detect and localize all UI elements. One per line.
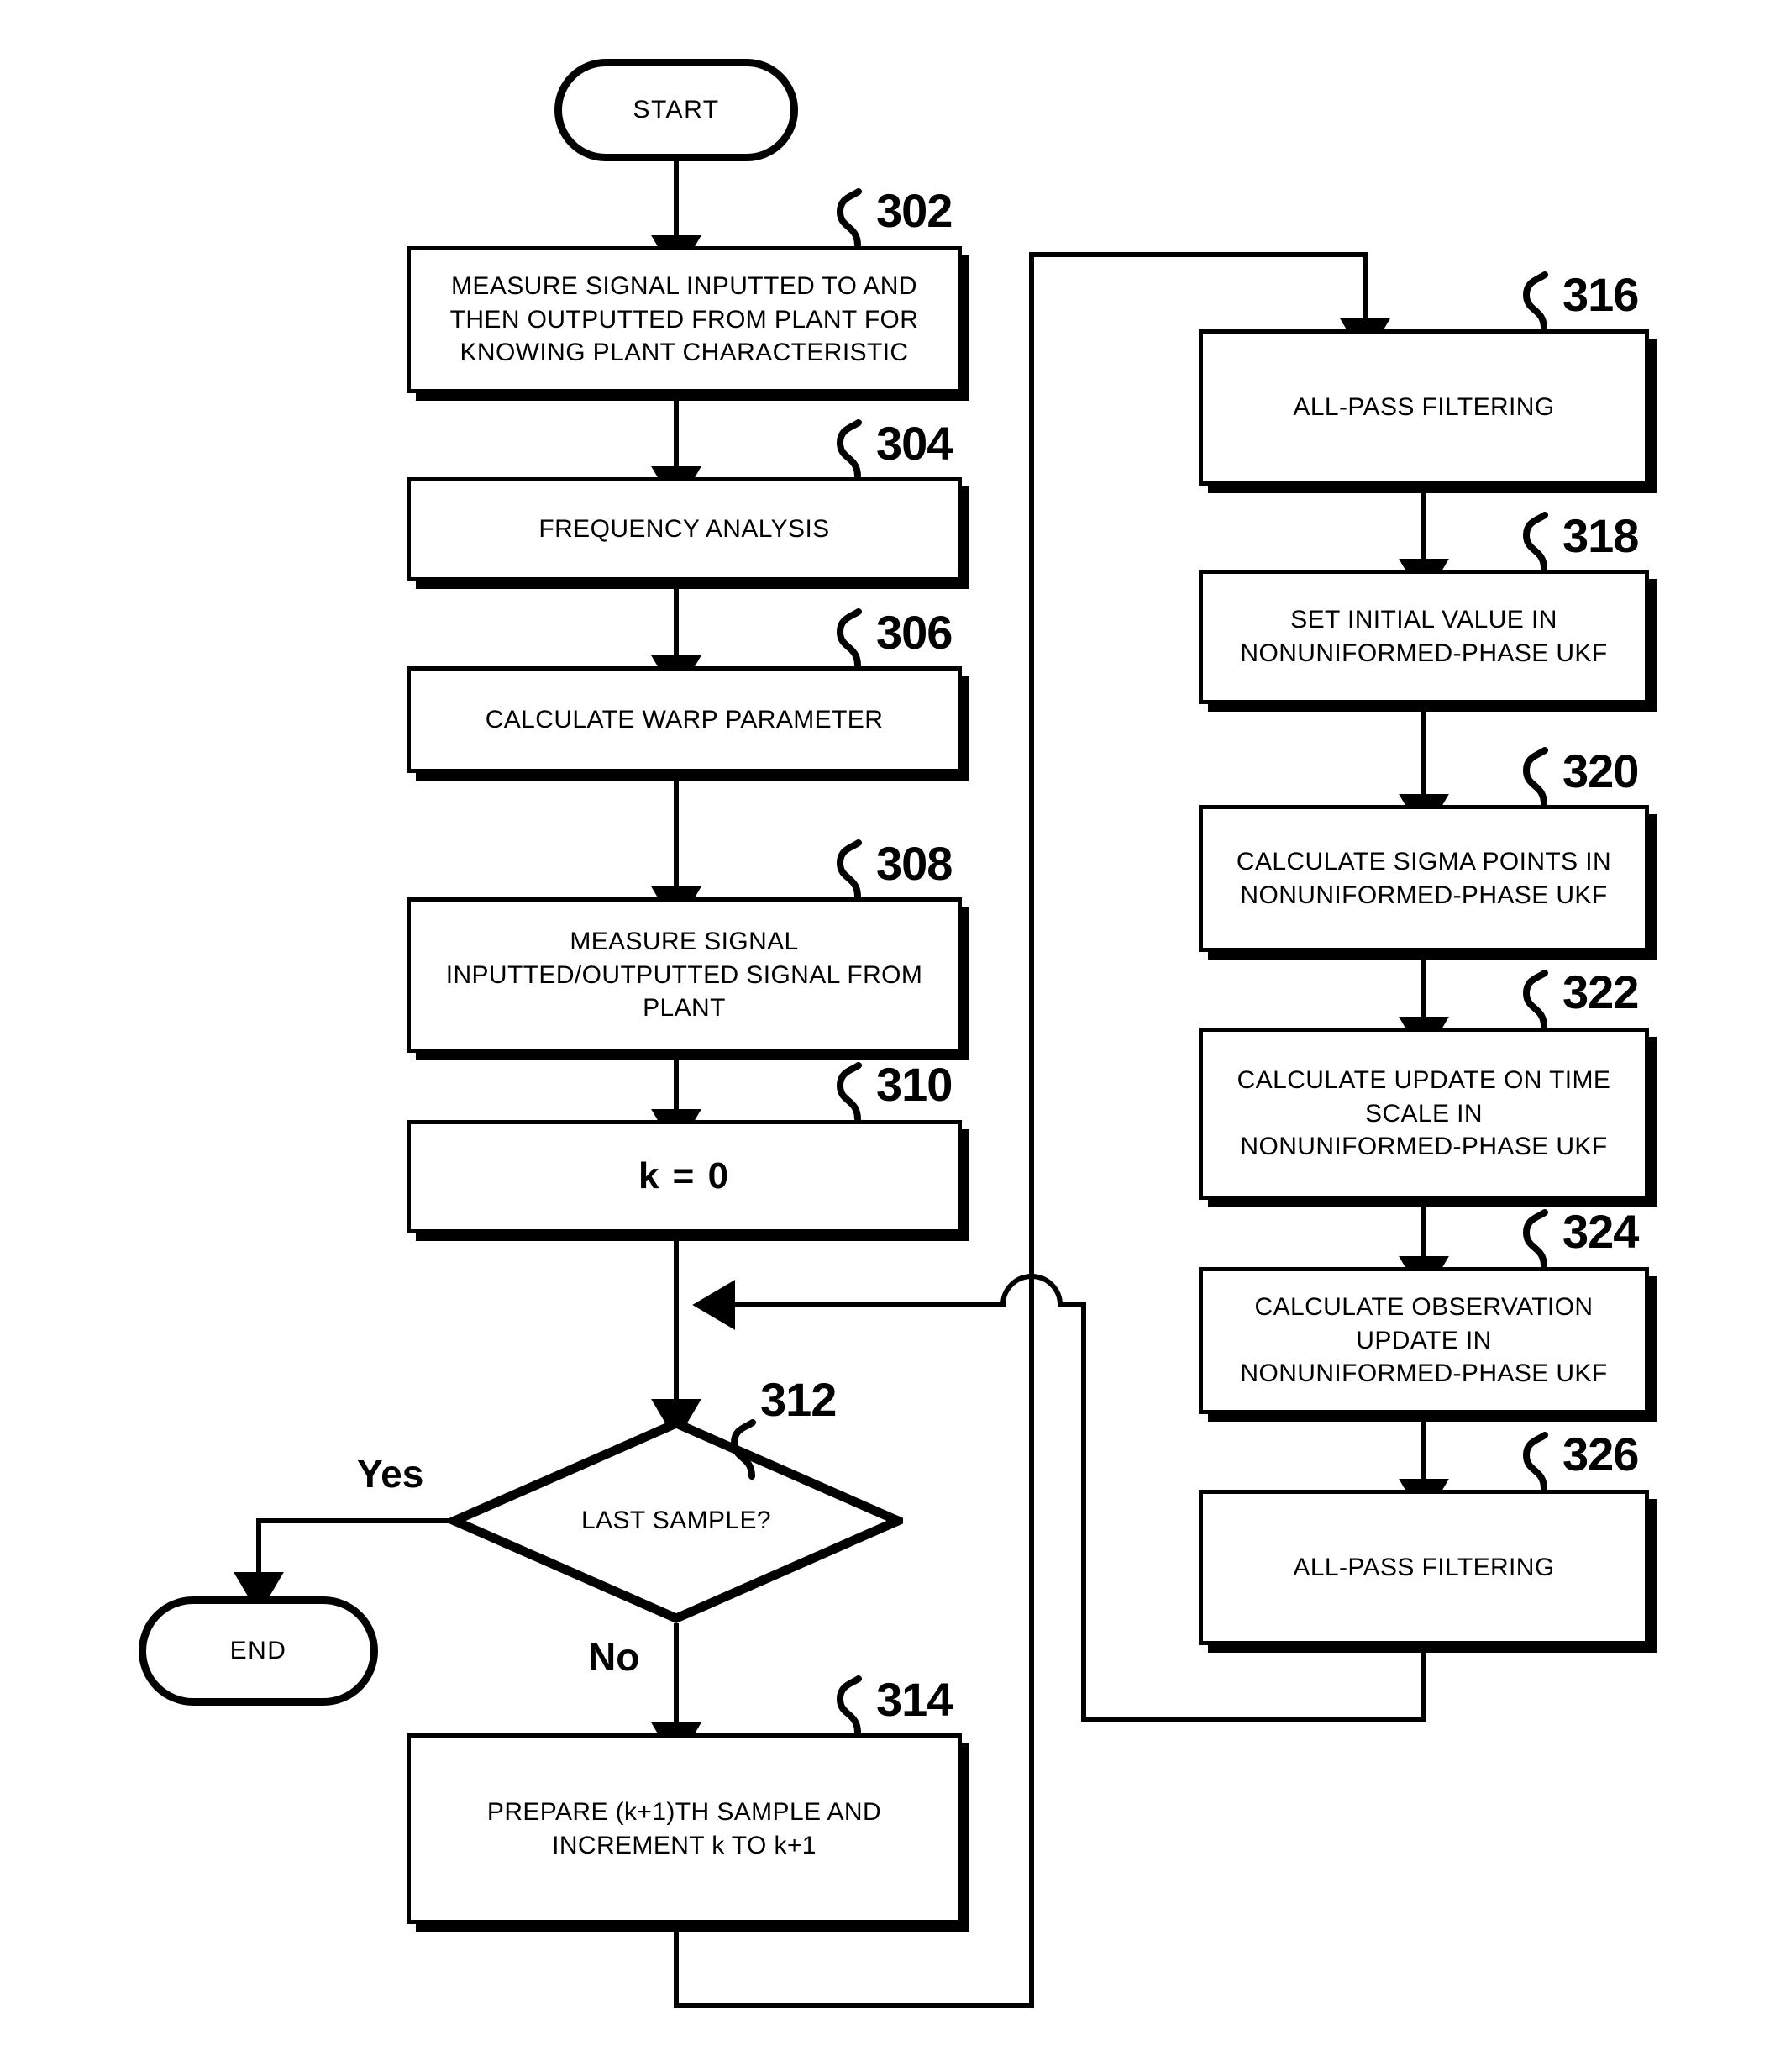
reference-number-318: 318 — [1562, 509, 1639, 562]
reference-number-306: 306 — [876, 606, 953, 659]
process-314-label: PREPARE (k+1)TH SAMPLE AND INCREMENT k T… — [486, 1797, 882, 1859]
reference-number-312: 312 — [760, 1373, 837, 1426]
process-310: k = 0 — [407, 1120, 962, 1233]
branch-label-no: No — [588, 1635, 640, 1679]
terminal-end-label: END — [229, 1637, 287, 1664]
process-314: PREPARE (k+1)TH SAMPLE AND INCREMENT k T… — [407, 1733, 962, 1924]
terminal-start: START — [554, 59, 798, 161]
reference-number-308: 308 — [876, 837, 953, 890]
decision-312: LAST SAMPLE? — [443, 1417, 910, 1624]
branch-label-yes: Yes — [357, 1452, 424, 1496]
process-308-label: MEASURE SIGNAL INPUTTED/OUTPUTTED SIGNAL… — [445, 927, 923, 1023]
process-322: CALCULATE UPDATE ON TIME SCALE IN NONUNI… — [1199, 1028, 1649, 1200]
process-302-label: MEASURE SIGNAL INPUTTED TO AND THEN OUTP… — [449, 271, 919, 367]
reference-number-326: 326 — [1562, 1428, 1639, 1480]
reference-number-322: 322 — [1562, 965, 1639, 1018]
reference-number-302: 302 — [876, 184, 953, 237]
decision-312-label: LAST SAMPLE? — [580, 1507, 772, 1534]
flowchart-figure: START MEASURE SIGNAL INPUTTED TO AND THE… — [0, 0, 1775, 2072]
process-316: ALL-PASS FILTERING — [1199, 329, 1649, 486]
process-320: CALCULATE SIGMA POINTS IN NONUNIFORMED-P… — [1199, 805, 1649, 952]
process-318: SET INITIAL VALUE IN NONUNIFORMED-PHASE … — [1199, 570, 1649, 704]
reference-number-320: 320 — [1562, 744, 1639, 797]
process-316-label: ALL-PASS FILTERING — [1293, 393, 1555, 422]
process-324-label: CALCULATE OBSERVATION UPDATE IN NONUNIFO… — [1240, 1292, 1608, 1388]
terminal-end: END — [139, 1596, 378, 1706]
process-308: MEASURE SIGNAL INPUTTED/OUTPUTTED SIGNAL… — [407, 897, 962, 1053]
process-322-label: CALCULATE UPDATE ON TIME SCALE IN NONUNI… — [1237, 1065, 1611, 1161]
process-326: ALL-PASS FILTERING — [1199, 1490, 1649, 1645]
process-304-label: FREQUENCY ANALYSIS — [538, 515, 830, 544]
reference-number-314: 314 — [876, 1673, 953, 1726]
terminal-start-label: START — [633, 96, 720, 124]
process-306: CALCULATE WARP PARAMETER — [407, 666, 962, 773]
reference-number-304: 304 — [876, 417, 953, 470]
reference-number-324: 324 — [1562, 1205, 1639, 1258]
process-310-label: k = 0 — [638, 1155, 731, 1197]
reference-number-316: 316 — [1562, 268, 1639, 321]
connector-312-yes-to-end — [234, 1518, 449, 1615]
reference-number-310: 310 — [876, 1058, 953, 1111]
process-302: MEASURE SIGNAL INPUTTED TO AND THEN OUTP… — [407, 246, 962, 393]
process-306-label: CALCULATE WARP PARAMETER — [485, 705, 884, 734]
process-324: CALCULATE OBSERVATION UPDATE IN NONUNIFO… — [1199, 1267, 1649, 1414]
process-304: FREQUENCY ANALYSIS — [407, 477, 962, 581]
process-320-label: CALCULATE SIGMA POINTS IN NONUNIFORMED-P… — [1236, 847, 1612, 909]
process-326-label: ALL-PASS FILTERING — [1293, 1553, 1555, 1581]
process-318-label: SET INITIAL VALUE IN NONUNIFORMED-PHASE … — [1240, 606, 1608, 667]
